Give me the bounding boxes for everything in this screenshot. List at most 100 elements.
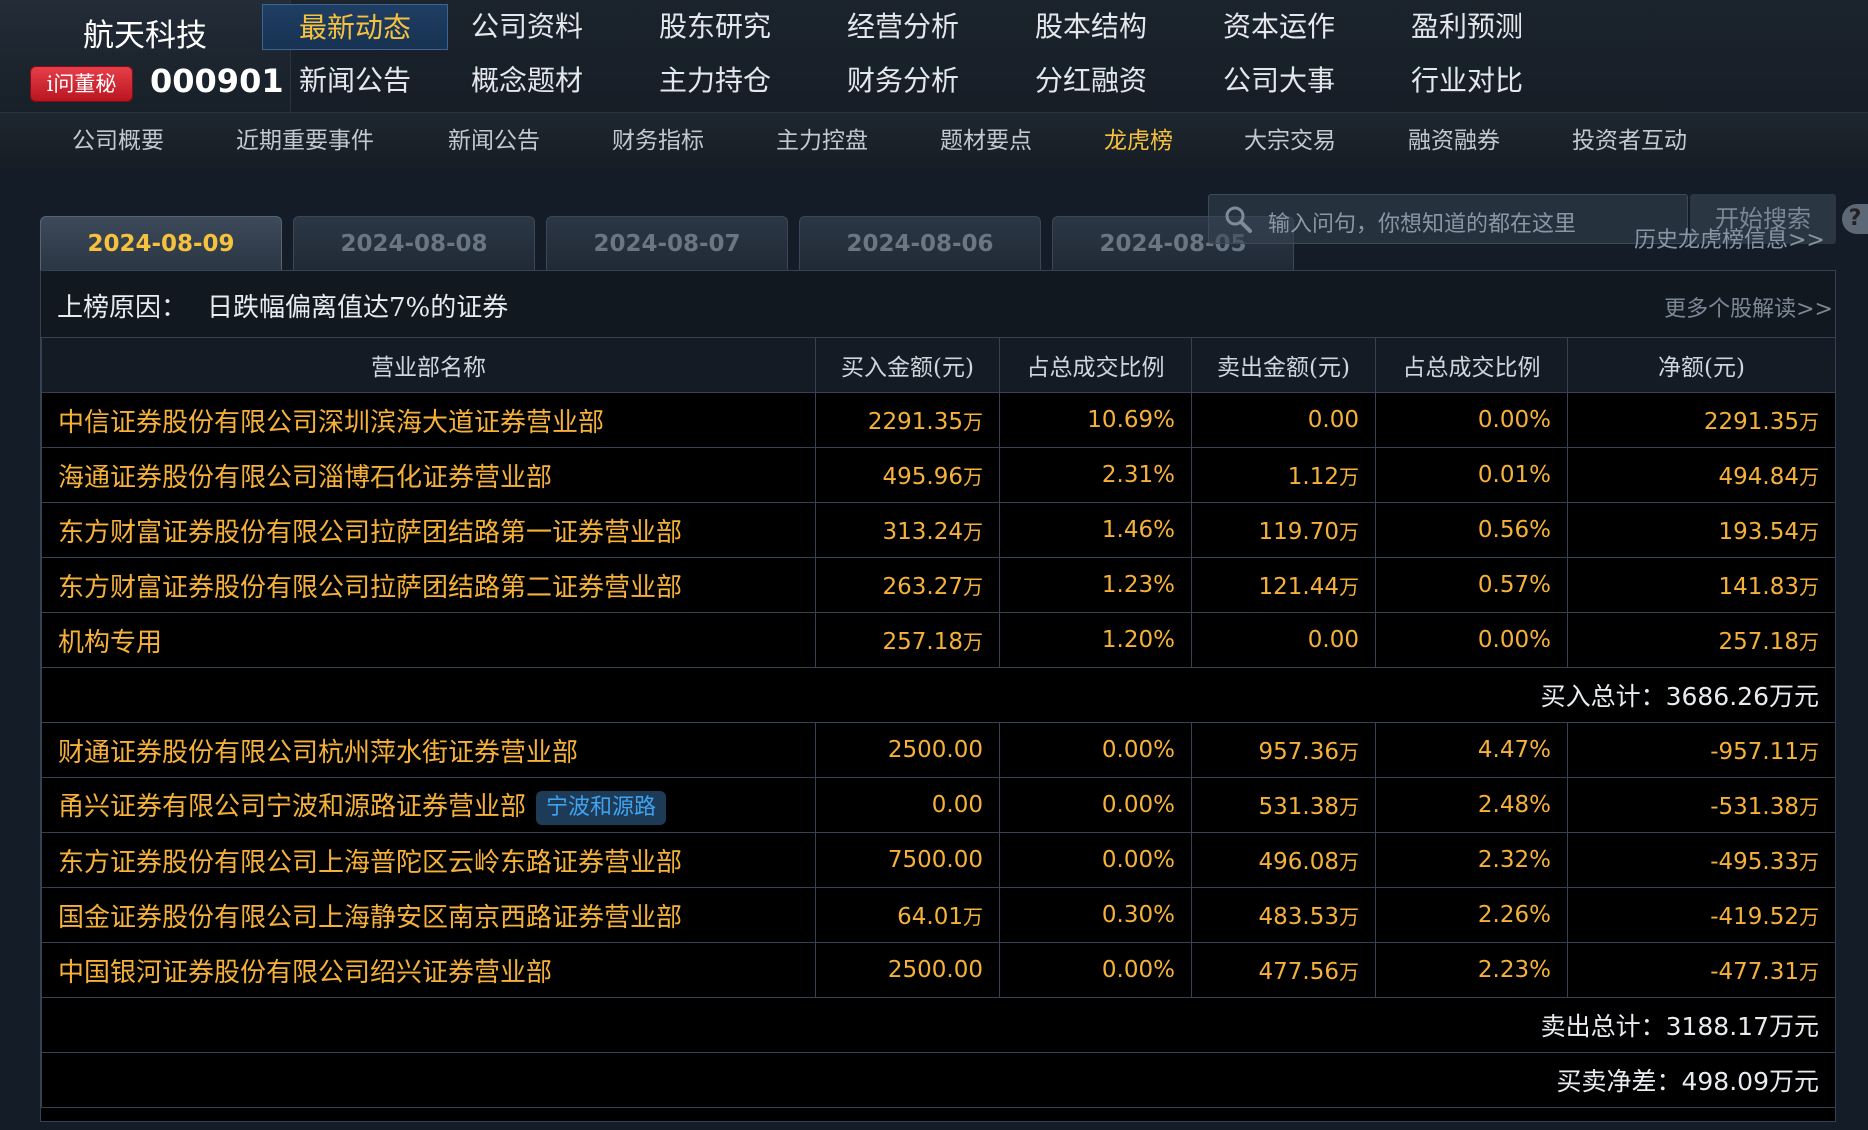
subnav-margin-trading[interactable]: 融资融券	[1408, 113, 1500, 169]
branch-name-cell[interactable]: 海通证券股份有限公司淄博石化证券营业部	[41, 447, 816, 503]
net-amount-value: -957.11	[1710, 738, 1799, 765]
table-row[interactable]: 中信证券股份有限公司深圳滨海大道证券营业部 2291.35万 10.69% 0.00 0…	[41, 392, 1836, 448]
net-amount-unit: 万	[1799, 519, 1819, 544]
table-row[interactable]: 东方证券股份有限公司上海普陀区云岭东路证券营业部 7500.00 0.00% 496.…	[41, 832, 1836, 888]
branch-name-cell[interactable]: 财通证券股份有限公司杭州萍水街证券营业部	[41, 722, 816, 778]
table-row[interactable]: 国金证券股份有限公司上海静安区南京西路证券营业部 64.01万 0.30% 483.5…	[41, 887, 1836, 943]
buy-ratio: 1.20%	[999, 612, 1192, 668]
branch-name[interactable]: 财通证券股份有限公司杭州萍水街证券营业部	[58, 738, 578, 768]
nav-main-holdings[interactable]: 主力持仓	[622, 58, 808, 104]
subnav-financial-indicators[interactable]: 财务指标	[612, 113, 704, 169]
net-amount-value: 2291.35	[1703, 408, 1799, 435]
buy-amount-unit: 万	[963, 464, 983, 489]
sell-total-label: 卖出总计：	[1540, 1012, 1666, 1041]
nav-profit-forecast[interactable]: 盈利预测	[1374, 4, 1560, 50]
nav-dividend-financing[interactable]: 分红融资	[998, 58, 1184, 104]
branch-name-cell[interactable]: 中国银河证券股份有限公司绍兴证券营业部	[41, 942, 816, 998]
tab-date-3[interactable]: 2024-08-07	[546, 216, 788, 270]
help-icon[interactable]: ?	[1842, 204, 1868, 234]
net-amount-unit: 万	[1799, 409, 1819, 434]
branch-name-cell[interactable]: 中信证券股份有限公司深圳滨海大道证券营业部	[41, 392, 816, 448]
nav-share-structure[interactable]: 股本结构	[998, 4, 1184, 50]
subnav-news[interactable]: 新闻公告	[448, 113, 540, 169]
buy-ratio-value: 0.00%	[1101, 957, 1175, 983]
table-row[interactable]: 甬兴证券有限公司宁波和源路证券营业部 宁波和源路 0.00 0.00% 531.38万 2…	[41, 777, 1836, 833]
subnav-company-overview[interactable]: 公司概要	[72, 113, 164, 169]
header: 航天科技 i问董秘 000901 最新动态 公司资料 股东研究 经营分析 股本结…	[0, 0, 1868, 169]
dragon-tiger-panel: 上榜原因： 日跌幅偏离值达7%的证券 更多个股解读>> 营业部名称 买入金额(元…	[40, 270, 1836, 1122]
table-row[interactable]: 东方财富证券股份有限公司拉萨团结路第一证券营业部 313.24万 1.46% 119.…	[41, 502, 1836, 558]
tab-date-4[interactable]: 2024-08-06	[799, 216, 1041, 270]
nav-financial-analysis[interactable]: 财务分析	[810, 58, 996, 104]
sell-ratio-value: 2.48%	[1477, 792, 1551, 818]
branch-name-cell[interactable]: 东方证券股份有限公司上海普陀区云岭东路证券营业部	[41, 832, 816, 888]
nav-shareholder-research[interactable]: 股东研究	[622, 4, 808, 50]
branch-name[interactable]: 甬兴证券有限公司宁波和源路证券营业部	[58, 792, 526, 822]
sell-amount-value: 0.00	[1307, 407, 1359, 433]
sell-ratio-value: 0.57%	[1477, 572, 1551, 598]
header-buy-ratio: 占总成交比例	[999, 337, 1192, 393]
sell-amount-value: 477.56	[1258, 958, 1339, 985]
branch-name[interactable]: 东方财富证券股份有限公司拉萨团结路第一证券营业部	[58, 518, 682, 548]
buy-amount-unit: 万	[963, 519, 983, 544]
nav-latest-news[interactable]: 最新动态	[262, 4, 448, 50]
branch-name-cell[interactable]: 甬兴证券有限公司宁波和源路证券营业部 宁波和源路	[41, 777, 816, 833]
branch-name[interactable]: 东方财富证券股份有限公司拉萨团结路第二证券营业部	[58, 573, 682, 603]
table-row[interactable]: 中国银河证券股份有限公司绍兴证券营业部 2500.00 0.00% 477.56万 2.…	[41, 942, 1836, 998]
sell-amount: 477.56万	[1191, 942, 1376, 998]
sell-ratio: 2.26%	[1375, 887, 1568, 943]
nav-company-info[interactable]: 公司资料	[434, 4, 620, 50]
table-row[interactable]: 东方财富证券股份有限公司拉萨团结路第二证券营业部 263.27万 1.23% 121.…	[41, 557, 1836, 613]
nav-company-events[interactable]: 公司大事	[1186, 58, 1372, 104]
subnav-block-trades[interactable]: 大宗交易	[1244, 113, 1336, 169]
subnav-investor-interaction[interactable]: 投资者互动	[1572, 113, 1687, 169]
sell-amount: 496.08万	[1191, 832, 1376, 888]
sell-amount-unit: 万	[1339, 849, 1359, 874]
nav-industry-comparison[interactable]: 行业对比	[1374, 58, 1560, 104]
search-placeholder: 输入问句，你想知道的都在这里	[1268, 212, 1577, 237]
branch-tag[interactable]: 宁波和源路	[536, 790, 667, 825]
buy-amount: 2500.00	[815, 722, 1000, 778]
nav-news-announcements[interactable]: 新闻公告	[262, 58, 448, 104]
sell-total-unit: 万元	[1768, 1012, 1819, 1041]
branch-name[interactable]: 国金证券股份有限公司上海静安区南京西路证券营业部	[58, 903, 682, 933]
net-amount: 2291.35万	[1567, 392, 1836, 448]
branch-name-cell[interactable]: 国金证券股份有限公司上海静安区南京西路证券营业部	[41, 887, 816, 943]
sub-nav: 公司概要 近期重要事件 新闻公告 财务指标 主力控盘 题材要点 龙虎榜 大宗交易…	[0, 112, 1868, 169]
table-row[interactable]: 机构专用 257.18万 1.20% 0.00 0.00% 257.18万	[41, 612, 1836, 668]
net-amount-unit: 万	[1799, 849, 1819, 874]
subnav-dragon-tiger-list[interactable]: 龙虎榜	[1104, 113, 1173, 169]
buy-ratio-value: 0.00%	[1101, 847, 1175, 873]
sell-amount-value: 957.36	[1258, 738, 1339, 765]
branch-name-cell[interactable]: 东方财富证券股份有限公司拉萨团结路第二证券营业部	[41, 557, 816, 613]
buy-ratio: 0.00%	[999, 722, 1192, 778]
branch-name[interactable]: 东方证券股份有限公司上海普陀区云岭东路证券营业部	[58, 848, 682, 878]
tab-date-2[interactable]: 2024-08-08	[293, 216, 535, 270]
branch-name[interactable]: 海通证券股份有限公司淄博石化证券营业部	[58, 463, 552, 493]
net-amount-value: 193.54	[1718, 518, 1799, 545]
ask-secretary-badge[interactable]: i问董秘	[30, 66, 133, 102]
net-amount-value: -419.52	[1710, 903, 1799, 930]
branch-name-cell[interactable]: 东方财富证券股份有限公司拉萨团结路第一证券营业部	[41, 502, 816, 558]
subnav-theme-points[interactable]: 题材要点	[940, 113, 1032, 169]
nav-concept-themes[interactable]: 概念题材	[434, 58, 620, 104]
subnav-main-control[interactable]: 主力控盘	[776, 113, 868, 169]
history-dragon-tiger-link[interactable]: 历史龙虎榜信息>>	[1634, 222, 1825, 254]
buy-ratio: 0.00%	[999, 942, 1192, 998]
subnav-recent-events[interactable]: 近期重要事件	[236, 113, 374, 169]
table-row[interactable]: 财通证券股份有限公司杭州萍水街证券营业部 2500.00 0.00% 957.36万 4…	[41, 722, 1836, 778]
more-stock-analysis-link[interactable]: 更多个股解读>>	[1664, 291, 1833, 323]
tab-date-1[interactable]: 2024-08-09	[40, 216, 282, 270]
sell-amount-value: 121.44	[1258, 573, 1339, 600]
net-amount-unit: 万	[1799, 739, 1819, 764]
branch-name-cell[interactable]: 机构专用	[41, 612, 816, 668]
net-amount-unit: 万	[1799, 464, 1819, 489]
sell-amount-unit: 万	[1339, 794, 1359, 819]
branch-name[interactable]: 机构专用	[58, 628, 162, 658]
table-row[interactable]: 海通证券股份有限公司淄博石化证券营业部 495.96万 2.31% 1.12万 0.01…	[41, 447, 1836, 503]
company-name: 航天科技	[83, 18, 207, 54]
nav-operation-analysis[interactable]: 经营分析	[810, 4, 996, 50]
nav-capital-operation[interactable]: 资本运作	[1186, 4, 1372, 50]
branch-name[interactable]: 中信证券股份有限公司深圳滨海大道证券营业部	[58, 408, 604, 438]
branch-name[interactable]: 中国银河证券股份有限公司绍兴证券营业部	[58, 958, 552, 988]
